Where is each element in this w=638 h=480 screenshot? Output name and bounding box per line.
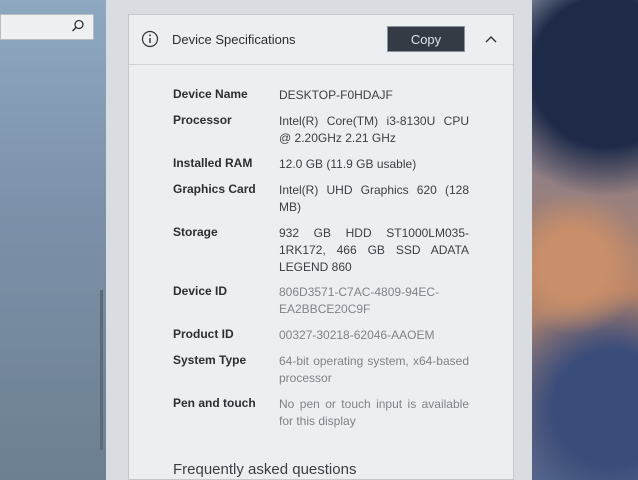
spec-label: Device ID	[173, 284, 228, 298]
desktop-wallpaper	[532, 0, 638, 480]
spec-label: Product ID	[173, 327, 234, 341]
card-title: Device Specifications	[172, 32, 296, 47]
spec-label: Storage	[173, 225, 218, 239]
spec-value: DESKTOP-F0HDAJF	[279, 88, 393, 102]
device-specifications-card: Device Specifications Copy Device Name D…	[128, 14, 514, 480]
scrollbar[interactable]	[100, 290, 103, 450]
copy-button[interactable]: Copy	[387, 26, 465, 52]
spec-value: Intel(R) Core(TM) i3-8130U CPU @ 2.20GHz…	[279, 114, 469, 145]
spec-label: Processor	[173, 113, 232, 127]
chevron-up-icon[interactable]	[483, 31, 499, 47]
search-icon[interactable]	[71, 19, 85, 33]
spec-label: Graphics Card	[173, 182, 256, 196]
search-input[interactable]	[0, 14, 94, 40]
faq-heading[interactable]: Frequently asked questions	[173, 461, 356, 478]
settings-panel: Device Specifications Copy Device Name D…	[106, 0, 532, 480]
spec-label: Pen and touch	[173, 396, 256, 410]
left-pane	[0, 0, 106, 480]
spec-label: Device Name	[173, 87, 248, 101]
spec-value: 12.0 GB (11.9 GB usable)	[279, 157, 417, 171]
spec-value: No pen or touch input is available for t…	[279, 397, 469, 428]
spec-label: Installed RAM	[173, 156, 253, 170]
info-icon	[141, 30, 159, 48]
spec-label: System Type	[173, 353, 247, 367]
spec-value: 64-bit operating system, x64-based proce…	[279, 354, 469, 385]
spec-value: 932 GB HDD ST1000LM035-1RK172, 466 GB SS…	[279, 226, 469, 274]
spec-value: 00327-30218-62046-AAOEM	[279, 328, 435, 342]
card-header[interactable]: Device Specifications Copy	[129, 15, 513, 65]
spec-value: 806D3571-C7AC-4809-94EC-EA2BBCE20C9F	[279, 285, 440, 316]
spec-value: Intel(R) UHD Graphics 620 (128 MB)	[279, 183, 469, 214]
